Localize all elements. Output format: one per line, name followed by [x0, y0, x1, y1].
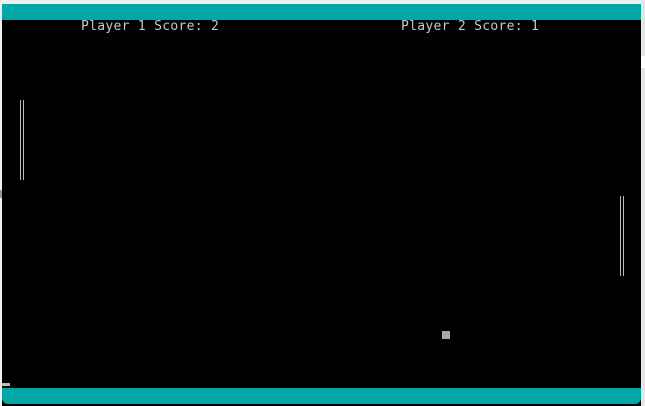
- cursor-marker: [2, 383, 10, 386]
- player1-score-label: Player 1 Score: 2: [81, 19, 220, 34]
- window-edge-marker: [641, 56, 645, 68]
- window-edge-marker: [0, 190, 2, 198]
- player1-paddle: [20, 100, 24, 180]
- window-left-border: [0, 0, 2, 406]
- game-screen[interactable]: Player 1 Score: 2 Player 2 Score: 1: [0, 0, 645, 406]
- ball: [442, 331, 450, 339]
- bottom-status-bar: [2, 388, 641, 404]
- player2-paddle: [620, 196, 624, 276]
- player2-score-label: Player 2 Score: 1: [401, 19, 540, 34]
- top-status-bar: [2, 4, 641, 20]
